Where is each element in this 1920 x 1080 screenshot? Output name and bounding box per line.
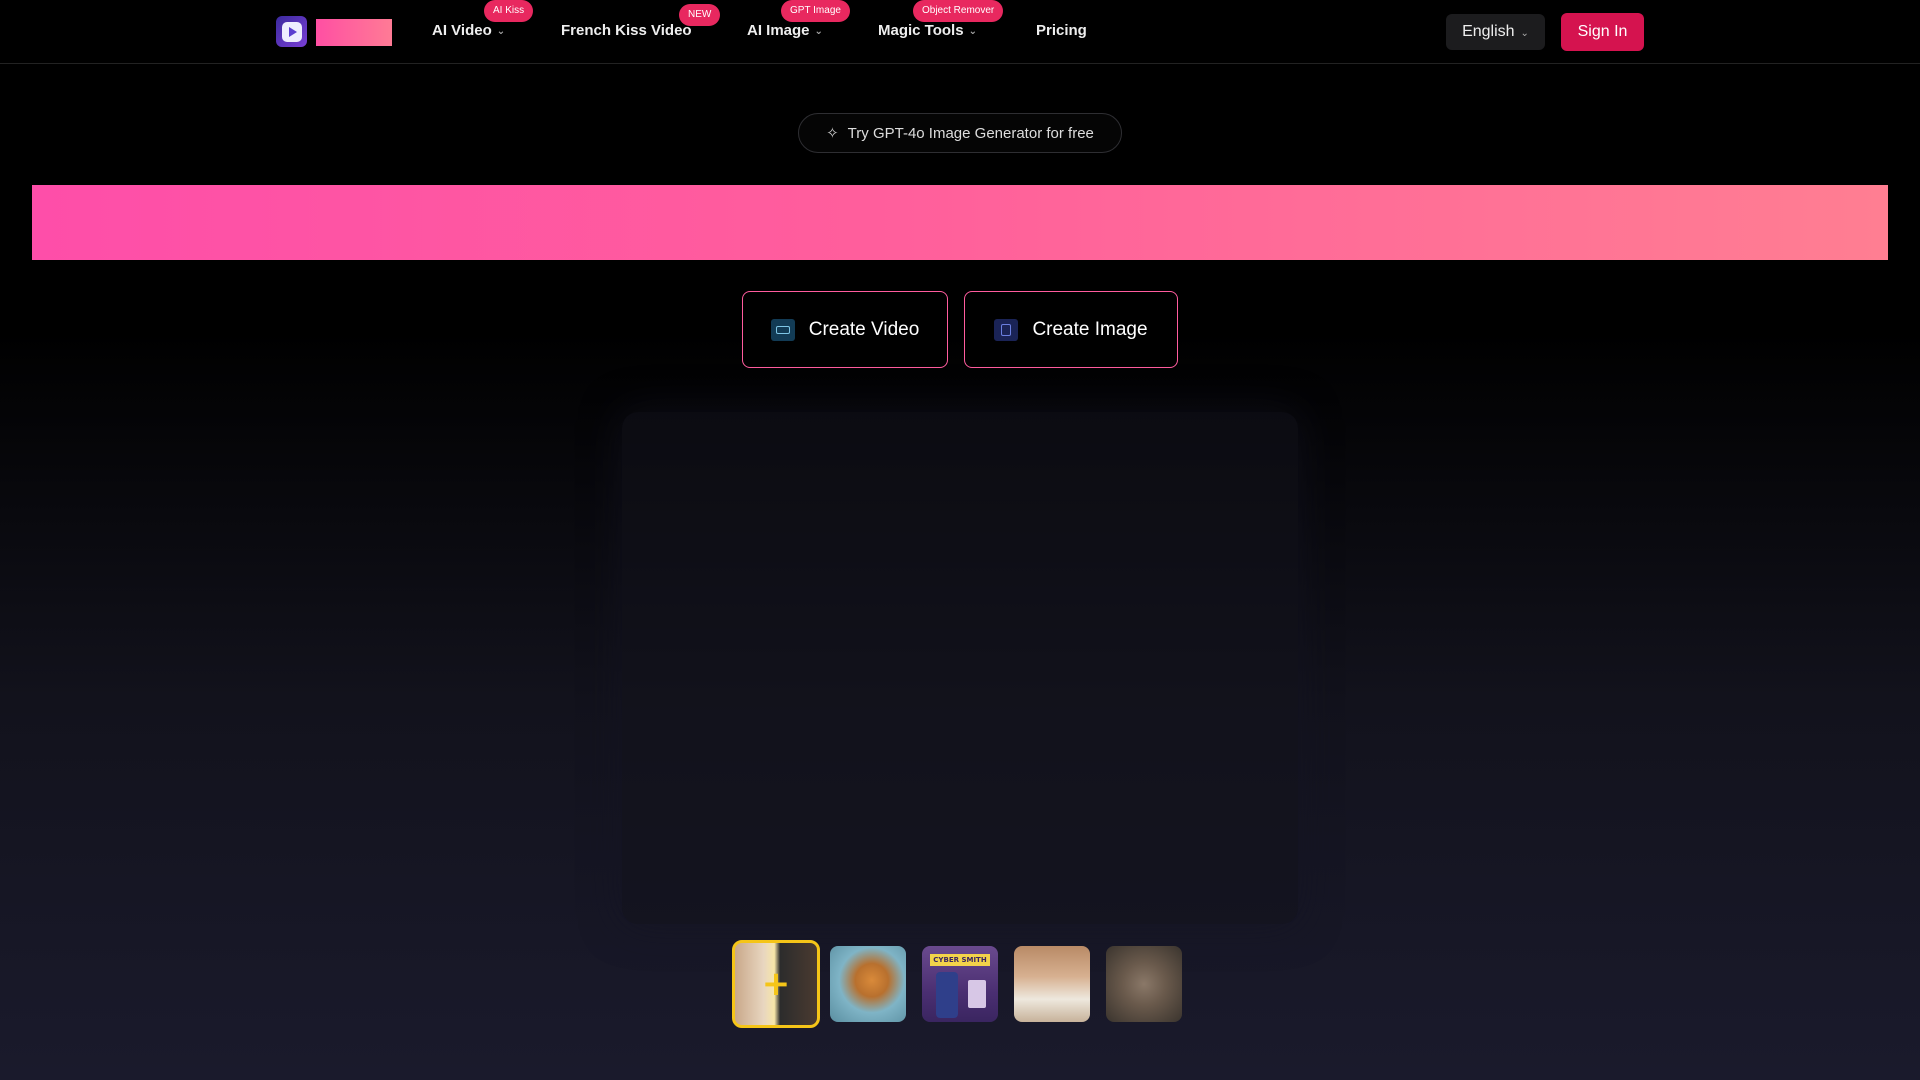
- thumbnail-couple-kiss[interactable]: +: [732, 940, 820, 1028]
- hero-banner: [32, 185, 1888, 260]
- sign-in-button[interactable]: Sign In: [1561, 13, 1644, 51]
- promo-text: Try GPT-4o Image Generator for free: [847, 124, 1094, 142]
- thumbnail-cat-portrait[interactable]: [1106, 946, 1182, 1022]
- top-navbar: AI Video ⌄ AI Kiss French Kiss Video NEW…: [0, 0, 1920, 64]
- chevron-down-icon: ⌄: [1520, 27, 1529, 39]
- badge-object-remover: Object Remover: [913, 0, 1004, 22]
- create-image-button[interactable]: Create Image: [964, 291, 1178, 368]
- badge-gpt-image: GPT Image: [781, 0, 850, 22]
- figure-shape: [936, 972, 958, 1018]
- nav-magic-tools-label: Magic Tools: [878, 22, 964, 39]
- play-icon: [288, 26, 297, 37]
- nav-magic-tools[interactable]: Magic Tools ⌄: [878, 22, 977, 39]
- language-label: English: [1462, 23, 1515, 40]
- badge-new: NEW: [679, 4, 721, 26]
- sparkle-icon: ✧: [826, 125, 839, 142]
- badge-ai-kiss: AI Kiss: [484, 0, 534, 22]
- language-select[interactable]: English ⌄: [1446, 14, 1545, 50]
- box-shape: [968, 980, 986, 1008]
- chevron-down-icon: ⌄: [496, 26, 506, 37]
- logo-wordmark[interactable]: [316, 19, 392, 46]
- nav-ai-video[interactable]: AI Video ⌄: [432, 22, 505, 39]
- nav-ai-image[interactable]: AI Image ⌄: [747, 22, 823, 39]
- image-icon: [994, 318, 1019, 341]
- create-video-label: Create Video: [808, 318, 920, 340]
- thumbnail-action-figure[interactable]: CYBER SMITH: [922, 946, 998, 1022]
- thumbnail-man-portrait[interactable]: [1014, 946, 1090, 1022]
- video-icon: [770, 318, 795, 341]
- plus-icon: +: [761, 964, 791, 1004]
- logo-icon[interactable]: [276, 16, 307, 47]
- thumbnail-cat-guitar[interactable]: [830, 946, 906, 1022]
- preview-area: [622, 412, 1298, 924]
- chevron-down-icon: ⌄: [968, 26, 977, 37]
- nav-pricing[interactable]: Pricing: [1036, 22, 1087, 39]
- nav-french-kiss-video[interactable]: French Kiss Video: [561, 22, 692, 39]
- nav-ai-video-label: AI Video: [432, 22, 492, 39]
- nav-ai-image-label: AI Image: [747, 22, 810, 39]
- create-video-button[interactable]: Create Video: [742, 291, 948, 368]
- nav-french-kiss-video-label: French Kiss Video: [561, 22, 692, 39]
- nav-pricing-label: Pricing: [1036, 22, 1087, 39]
- promo-pill[interactable]: ✧ Try GPT-4o Image Generator for free: [798, 113, 1122, 153]
- thumbnail-label: CYBER SMITH: [930, 954, 990, 966]
- chevron-down-icon: ⌄: [814, 26, 823, 37]
- create-image-label: Create Image: [1032, 318, 1148, 340]
